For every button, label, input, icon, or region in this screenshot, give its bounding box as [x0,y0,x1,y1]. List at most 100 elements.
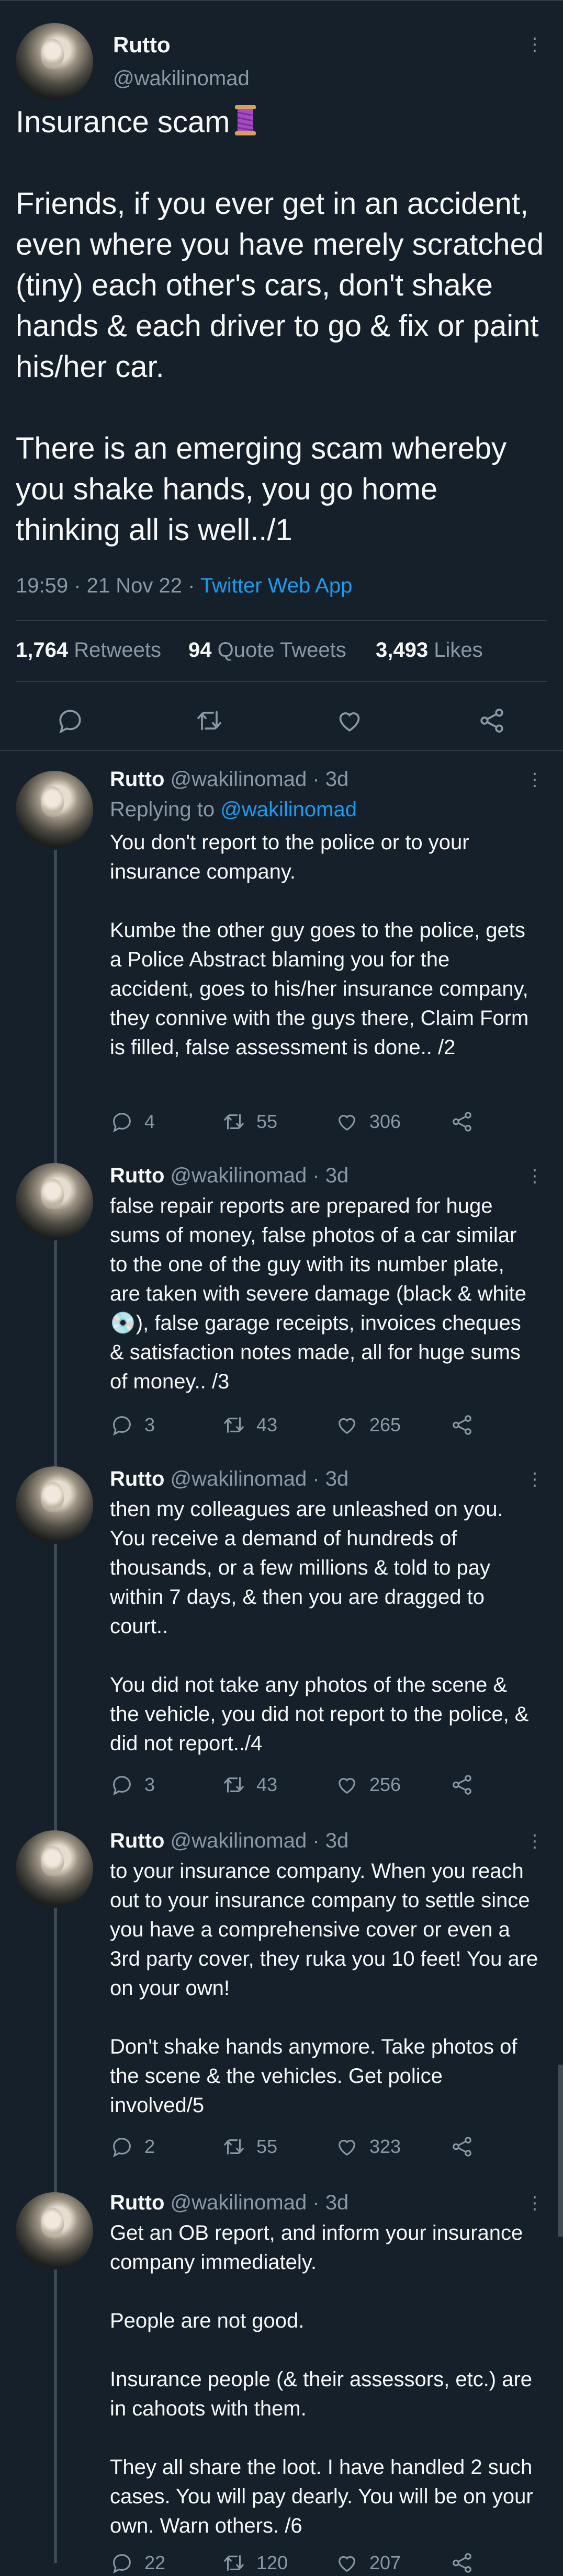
reply-icon [113,1416,131,1436]
divider [16,620,547,621]
like-icon [339,1418,355,1434]
reply-meta[interactable]: @wakilinomad · 3d [171,1467,349,1490]
reply-header: Rutto @wakilinomad · 3d [110,766,348,793]
retweet-count: 43 [256,1774,278,1795]
share-icon [453,1112,471,1132]
reply-author-name[interactable]: Rutto [110,2191,164,2214]
share-icon [453,1415,471,1435]
like-count: 323 [369,2136,401,2157]
scrollbar[interactable] [558,2065,563,2237]
reply-header: Rutto @wakilinomad · 3d [110,2189,348,2216]
like-icon[interactable] [335,706,364,735]
retweets-stat[interactable]: 1,764 Retweets [16,637,161,663]
reply-button[interactable]: 22 [110,2550,165,2576]
tweet-source-link[interactable]: Twitter Web App [200,574,353,597]
retweet-button[interactable]: 55 [222,1109,277,1135]
share-icon [453,2137,471,2157]
top-border [0,0,563,1]
tweet-paragraph-1: Friends, if you ever get in an accident,… [16,187,544,384]
avatar[interactable] [16,1466,93,1544]
reply-button[interactable]: 3 [110,1412,155,1438]
share-icon[interactable] [477,706,506,735]
reply-button[interactable]: 3 [110,1772,155,1798]
like-icon [339,2556,355,2572]
share-button[interactable] [450,2550,485,2576]
share-button[interactable] [450,2134,485,2160]
retweet-icon[interactable] [195,706,224,735]
avatar[interactable] [16,1163,93,1240]
reply-icon[interactable] [55,706,85,735]
reply-text: Get an OB report, and inform your insura… [110,2221,533,2537]
avatar[interactable] [16,23,93,100]
retweet-button[interactable]: 43 [222,1412,277,1438]
more-icon[interactable]: ⋮ [524,36,545,53]
reply-text: to your insurance company. When you reac… [110,1860,538,2117]
avatar[interactable] [16,2192,93,2270]
like-count: 207 [369,2552,401,2573]
retweet-count: 55 [256,1111,278,1132]
quote-tweets-stat[interactable]: 94 Quote Tweets [188,637,346,663]
tweet-time[interactable]: 19:59 · 21 Nov 22 · [16,574,200,597]
reply-icon [113,1113,131,1133]
retweet-count: 120 [256,2552,288,2573]
like-icon [339,1114,355,1131]
like-count: 256 [369,1774,401,1795]
reply-meta[interactable]: @wakilinomad · 3d [171,1829,349,1852]
retweet-icon [224,2555,244,2571]
retweets-count: 1,764 [16,639,69,662]
like-count: 265 [369,1414,401,1435]
retweet-count: 55 [256,2136,278,2157]
avatar[interactable] [16,1830,93,1908]
more-icon[interactable]: ⋮ [524,1471,545,1488]
replying-to-handle[interactable]: @wakilinomad [220,798,357,821]
more-icon[interactable]: ⋮ [524,1832,545,1850]
reply-icon [113,2554,131,2574]
tweet-paragraph-2: There is an emerging scam whereby you sh… [16,431,507,547]
tweet-timestamp: 19:59 · 21 Nov 22 · Twitter Web App [16,572,352,599]
reply-count: 2 [144,2136,155,2157]
retweet-button[interactable]: 43 [222,1772,277,1798]
likes-label: Likes [434,639,483,662]
reply-count: 4 [144,1111,155,1132]
reply-text: You don't report to the police or to you… [110,831,529,1059]
replying-to: Replying to @wakilinomad [110,796,357,823]
like-button[interactable]: 323 [335,2134,401,2160]
tweet-title: Insurance scam [16,105,230,139]
reply-count: 22 [144,2552,166,2573]
like-button[interactable]: 306 [335,1109,401,1135]
avatar[interactable] [16,771,93,848]
share-button[interactable] [450,1772,485,1798]
like-button[interactable]: 207 [335,2550,401,2576]
share-button[interactable] [450,1412,485,1438]
reply-button[interactable]: 2 [110,2134,155,2160]
retweet-icon [224,1777,244,1793]
retweet-icon [224,1114,244,1130]
reply-author-name[interactable]: Rutto [110,1467,164,1490]
retweet-button[interactable]: 55 [222,2134,277,2160]
retweet-icon [224,1417,244,1433]
reply-author-name[interactable]: Rutto [110,768,164,791]
reply-author-name[interactable]: Rutto [110,1164,164,1187]
author-handle[interactable]: @wakilinomad [113,65,250,92]
reply-author-name[interactable]: Rutto [110,1829,164,1852]
likes-stat[interactable]: 3,493 Likes [376,637,483,663]
more-icon[interactable]: ⋮ [524,1167,545,1185]
likes-count: 3,493 [376,639,429,662]
reply-meta[interactable]: @wakilinomad · 3d [171,2191,349,2214]
divider [0,750,563,751]
retweet-button[interactable]: 120 [222,2550,288,2576]
reply-icon [113,2138,131,2158]
reply-meta[interactable]: @wakilinomad · 3d [171,768,349,791]
like-count: 306 [369,1111,401,1132]
like-button[interactable]: 256 [335,1772,401,1798]
reply-meta[interactable]: @wakilinomad · 3d [171,1164,349,1187]
more-icon[interactable]: ⋮ [524,771,545,789]
reply-button[interactable]: 4 [110,1109,155,1135]
share-button[interactable] [450,1109,485,1135]
tweet-text: Insurance scam Friends, if you ever get … [16,102,549,551]
like-icon [339,1777,355,1794]
divider [16,681,547,682]
more-icon[interactable]: ⋮ [524,2194,545,2212]
author-name[interactable]: Rutto [113,31,171,59]
like-button[interactable]: 265 [335,1412,401,1438]
